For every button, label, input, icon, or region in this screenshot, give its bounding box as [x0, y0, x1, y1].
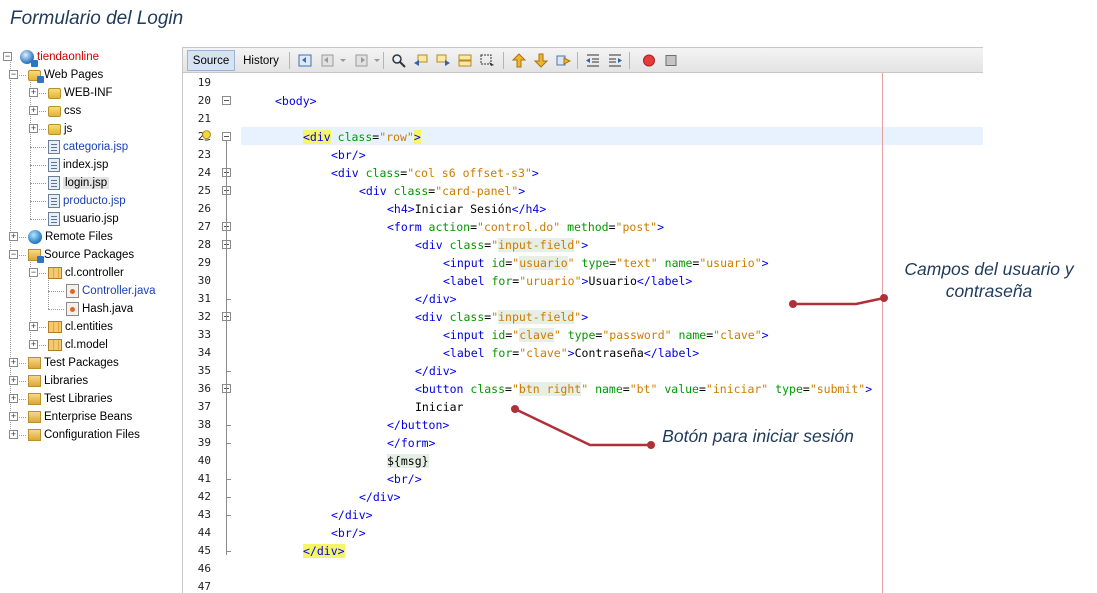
fields-callout-line	[789, 294, 888, 308]
screenshot-root: Formulario del Login − tiendaonline − Web P…	[0, 0, 1097, 593]
button-callout-line	[511, 405, 655, 449]
annotation-arrows	[511, 294, 888, 449]
